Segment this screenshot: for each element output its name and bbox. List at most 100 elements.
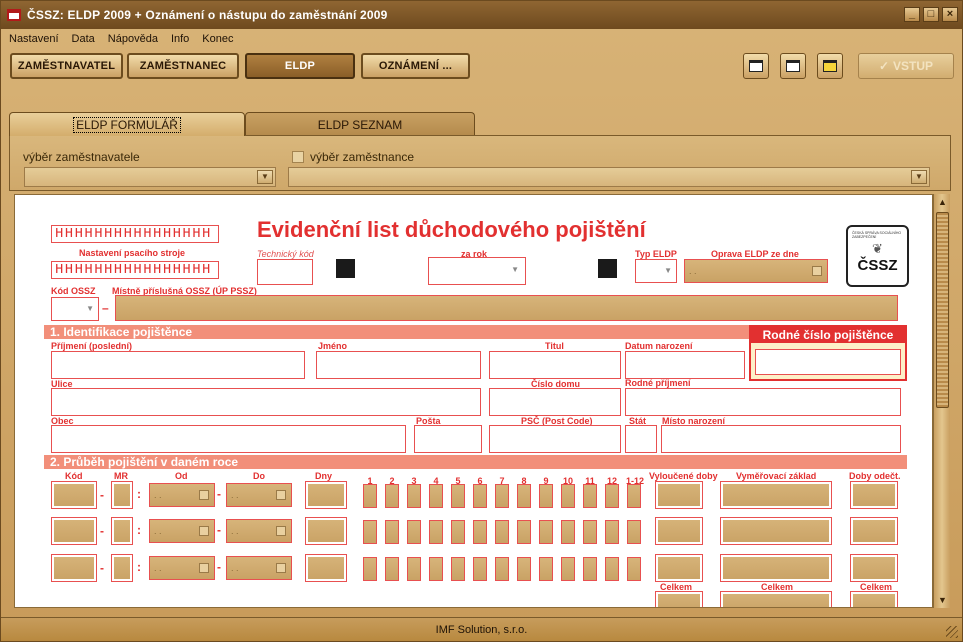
total-comp-field[interactable] <box>850 591 898 607</box>
row-month-box[interactable] <box>473 484 487 508</box>
row-month-box[interactable] <box>473 520 487 544</box>
row-month-box[interactable] <box>385 484 399 508</box>
row-month-box[interactable] <box>627 484 641 508</box>
tech-code-field[interactable] <box>257 259 313 285</box>
row-base-field[interactable] <box>720 517 832 545</box>
employee-checkbox[interactable] <box>292 151 304 163</box>
ossz-local-field[interactable] <box>115 295 898 321</box>
correction-date-field[interactable]: . . <box>684 259 828 283</box>
row-month-box[interactable] <box>429 557 443 581</box>
row-mr-field[interactable] <box>111 517 133 545</box>
row-month-box[interactable] <box>385 557 399 581</box>
ossz-code-select[interactable]: ▼ <box>51 297 99 321</box>
title-bar[interactable]: ČSSZ: ELDP 2009 + Oznámení o nástupu do … <box>1 1 962 29</box>
row-comp-field[interactable] <box>850 517 898 545</box>
menu-info[interactable]: Info <box>171 33 189 45</box>
menu-data[interactable]: Data <box>72 33 95 45</box>
scroll-down-icon[interactable]: ▼ <box>934 592 951 608</box>
row-comp-field[interactable] <box>850 554 898 582</box>
row-month-box[interactable] <box>407 520 421 544</box>
row-kod-field[interactable] <box>51 481 97 509</box>
eldp-button[interactable]: ELDP <box>245 53 355 79</box>
row-excluded-field[interactable] <box>655 517 703 545</box>
row-dny-field[interactable] <box>305 517 347 545</box>
row-month-box[interactable] <box>363 557 377 581</box>
row-month-box[interactable] <box>539 557 553 581</box>
row-od-field[interactable]: . . <box>149 556 215 580</box>
row-month-box[interactable] <box>451 520 465 544</box>
post-field[interactable] <box>414 425 482 453</box>
vstup-button[interactable]: ✓ VSTUP <box>858 53 954 79</box>
row-month-box[interactable] <box>451 557 465 581</box>
menu-nastaveni[interactable]: Nastavení <box>9 33 59 45</box>
row-month-box[interactable] <box>451 484 465 508</box>
calendar-icon[interactable] <box>276 563 286 573</box>
oznameni-button[interactable]: OZNÁMENÍ ... <box>361 53 470 79</box>
row-comp-field[interactable] <box>850 481 898 509</box>
scroll-thumb[interactable] <box>936 212 949 408</box>
row-month-box[interactable] <box>605 484 619 508</box>
vertical-scrollbar[interactable]: ▲ ▼ <box>933 194 950 608</box>
row-do-field[interactable]: . . <box>226 483 292 507</box>
row-mr-field[interactable] <box>111 481 133 509</box>
row-month-box[interactable] <box>385 520 399 544</box>
row-month-box[interactable] <box>561 520 575 544</box>
scroll-up-icon[interactable]: ▲ <box>934 194 951 210</box>
row-mr-field[interactable] <box>111 554 133 582</box>
row-month-box[interactable] <box>429 484 443 508</box>
row-do-field[interactable]: . . <box>226 556 292 580</box>
row-month-box[interactable] <box>407 484 421 508</box>
town-field[interactable] <box>51 425 406 453</box>
employer-select[interactable]: ▼ <box>24 167 276 187</box>
row-od-field[interactable]: . . <box>149 483 215 507</box>
row-excluded-field[interactable] <box>655 481 703 509</box>
row-dny-field[interactable] <box>305 481 347 509</box>
row-month-box[interactable] <box>583 484 597 508</box>
row-month-box[interactable] <box>605 557 619 581</box>
calendar-icon[interactable] <box>199 563 209 573</box>
zamestnanec-button[interactable]: ZAMĚSTNANEC <box>127 53 239 79</box>
row-kod-field[interactable] <box>51 517 97 545</box>
tab-eldp-list[interactable]: ELDP SEZNAM <box>245 112 475 136</box>
print-button[interactable] <box>743 53 769 79</box>
row-month-box[interactable] <box>627 557 641 581</box>
row-month-box[interactable] <box>539 520 553 544</box>
row-base-field[interactable] <box>720 481 832 509</box>
calendar-icon[interactable] <box>199 526 209 536</box>
eldp-type-select[interactable]: ▼ <box>635 259 677 283</box>
state-field[interactable] <box>625 425 657 453</box>
total-base-field[interactable] <box>720 591 832 607</box>
row-month-box[interactable] <box>495 484 509 508</box>
street-field[interactable] <box>51 388 481 416</box>
degree-field[interactable] <box>489 351 621 379</box>
surname-field[interactable] <box>51 351 305 379</box>
print-form-button[interactable] <box>817 53 843 79</box>
row-base-field[interactable] <box>720 554 832 582</box>
calendar-icon[interactable] <box>276 526 286 536</box>
row-month-box[interactable] <box>605 520 619 544</box>
row-do-field[interactable]: . . <box>226 519 292 543</box>
row-month-box[interactable] <box>495 520 509 544</box>
row-month-box[interactable] <box>517 484 531 508</box>
row-month-box[interactable] <box>561 484 575 508</box>
row-month-box[interactable] <box>583 557 597 581</box>
menu-konec[interactable]: Konec <box>202 33 233 45</box>
employee-select[interactable]: ▼ <box>288 167 930 187</box>
print-all-button[interactable] <box>780 53 806 79</box>
resize-grip-icon[interactable] <box>946 626 958 638</box>
row-month-box[interactable] <box>583 520 597 544</box>
calendar-icon[interactable] <box>812 266 822 276</box>
birth-surname-field[interactable] <box>625 388 901 416</box>
maximize-button[interactable]: □ <box>923 7 939 22</box>
row-month-box[interactable] <box>517 520 531 544</box>
birth-number-field[interactable] <box>755 349 901 375</box>
calendar-icon[interactable] <box>276 490 286 500</box>
row-month-box[interactable] <box>407 557 421 581</box>
psc-field[interactable] <box>489 425 621 453</box>
row-kod-field[interactable] <box>51 554 97 582</box>
house-no-field[interactable] <box>489 388 621 416</box>
row-month-box[interactable] <box>429 520 443 544</box>
close-button[interactable]: × <box>942 7 958 22</box>
menu-napoveda[interactable]: Nápověda <box>108 33 158 45</box>
row-month-box[interactable] <box>561 557 575 581</box>
